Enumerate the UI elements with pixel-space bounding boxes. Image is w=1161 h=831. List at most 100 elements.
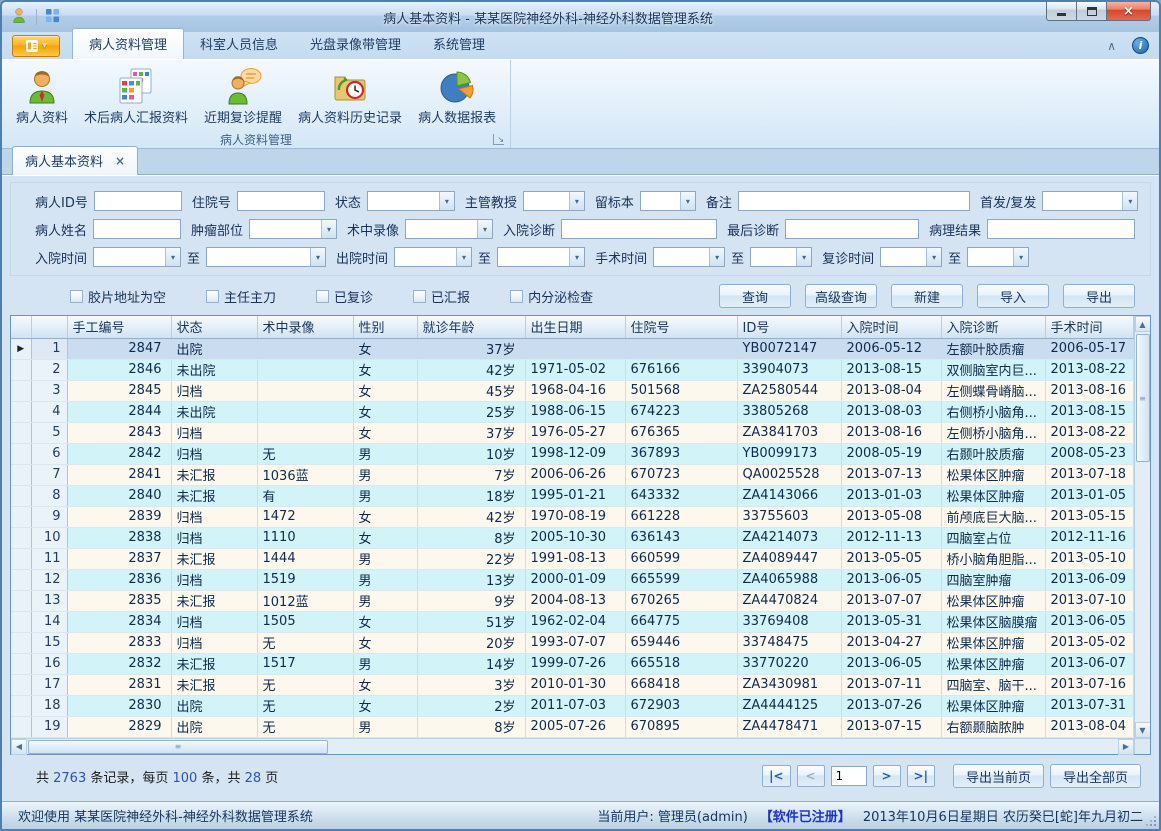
- chevron-down-icon[interactable]: ▾: [796, 248, 811, 266]
- table-row[interactable]: 152833归档无女20岁1993-07-0765944633748475201…: [11, 632, 1134, 653]
- filter-combo[interactable]: ▾: [249, 219, 337, 239]
- column-header[interactable]: 入院诊断: [941, 316, 1045, 338]
- app-icon[interactable]: [10, 6, 28, 28]
- table-row[interactable]: 72841未汇报1036蓝男7岁2006-06-26670723QA002552…: [11, 464, 1134, 485]
- scroll-left-icon[interactable]: ◀: [11, 739, 27, 755]
- filter-checkbox[interactable]: 内分泌检查: [510, 287, 593, 306]
- chevron-down-icon[interactable]: ▾: [165, 248, 180, 266]
- table-row[interactable]: 172831未汇报无女3岁2010-01-30668418ZA343098120…: [11, 674, 1134, 695]
- chevron-down-icon[interactable]: ▾: [569, 248, 584, 266]
- table-row[interactable]: 22846未出院女42岁1971-05-02676166339040732013…: [11, 359, 1134, 380]
- table-row[interactable]: 62842归档无男10岁1998-12-09367893YB0099173200…: [11, 443, 1134, 464]
- ribbon-tab[interactable]: 病人资料管理: [72, 28, 184, 59]
- table-row[interactable]: 92839归档1472女42岁1970-08-19661228337556032…: [11, 506, 1134, 527]
- chevron-down-icon[interactable]: ▾: [680, 192, 695, 210]
- filter-input[interactable]: [785, 219, 919, 239]
- registered-badge[interactable]: 【软件已注册】: [760, 806, 851, 825]
- chevron-down-icon[interactable]: ▾: [1122, 192, 1137, 210]
- scroll-down-icon[interactable]: ▼: [1135, 722, 1151, 738]
- export-current-page-button[interactable]: 导出当前页: [953, 764, 1044, 788]
- next-page-button[interactable]: >: [873, 765, 901, 787]
- table-row[interactable]: 52843归档女37岁1976-05-27676365ZA38417032013…: [11, 422, 1134, 443]
- checkbox-icon[interactable]: [206, 290, 219, 303]
- column-header[interactable]: 性别: [353, 316, 417, 338]
- filter-combo[interactable]: ▾: [523, 191, 585, 211]
- table-row[interactable]: ▶12847出院女37岁YB00721472006-05-12左额叶胶质瘤200…: [11, 338, 1134, 359]
- dialog-launcher-icon[interactable]: ↘: [493, 134, 504, 145]
- filter-checkbox[interactable]: 已复诊: [316, 287, 373, 306]
- scroll-up-icon[interactable]: ▲: [1135, 316, 1151, 332]
- resize-grip[interactable]: [1146, 816, 1156, 826]
- minimize-button[interactable]: [1046, 2, 1076, 21]
- table-row[interactable]: 162832未汇报1517男14岁1999-07-266655183377022…: [11, 653, 1134, 674]
- filter-combo[interactable]: ▾: [405, 219, 493, 239]
- filter-combo[interactable]: ▾: [880, 247, 942, 267]
- chevron-down-icon[interactable]: ▾: [569, 192, 584, 210]
- ribbon-tab[interactable]: 系统管理: [417, 29, 501, 59]
- table-row[interactable]: 112837未汇报1444男22岁1991-08-13660599ZA40894…: [11, 548, 1134, 569]
- filter-input[interactable]: [738, 191, 970, 211]
- first-page-button[interactable]: |<: [762, 765, 790, 787]
- column-header[interactable]: 出生日期: [525, 316, 625, 338]
- close-button[interactable]: ×: [1106, 2, 1151, 21]
- table-row[interactable]: 192829出院无男8岁2005-07-26670895ZA4478471201…: [11, 716, 1134, 737]
- document-tab-patient-basic-info[interactable]: 病人基本资料 ×: [12, 146, 138, 175]
- app-menu-button[interactable]: ▾: [12, 35, 60, 57]
- table-row[interactable]: 182830出院无女2岁2011-07-03672903ZA4444125201…: [11, 695, 1134, 716]
- column-header[interactable]: 住院号: [625, 316, 737, 338]
- last-page-button[interactable]: >|: [907, 765, 935, 787]
- new-button[interactable]: 新建: [891, 284, 963, 308]
- chevron-down-icon[interactable]: ▾: [926, 248, 941, 266]
- collapse-ribbon-button[interactable]: ∧: [1107, 40, 1116, 52]
- table-row[interactable]: 102838归档1110女8岁2005-10-30636143ZA4214073…: [11, 527, 1134, 548]
- chevron-down-icon[interactable]: ▾: [321, 220, 336, 238]
- column-header[interactable]: 手工编号: [67, 316, 171, 338]
- table-row[interactable]: 32845归档女45岁1968-04-16501568ZA25805442013…: [11, 380, 1134, 401]
- prev-page-button[interactable]: <: [797, 765, 825, 787]
- table-row[interactable]: 42844未出院女25岁1988-06-15674223338052682013…: [11, 401, 1134, 422]
- import-button[interactable]: 导入: [977, 284, 1049, 308]
- chevron-down-icon[interactable]: ▾: [477, 220, 492, 238]
- column-header[interactable]: 术中录像: [257, 316, 353, 338]
- advanced-search-button[interactable]: 高级查询: [805, 284, 877, 308]
- filter-input[interactable]: [93, 219, 181, 239]
- export-button[interactable]: 导出: [1063, 284, 1135, 308]
- ribbon-item[interactable]: 病人数据报表: [410, 64, 504, 127]
- ribbon-item[interactable]: 近期复诊提醒: [196, 64, 290, 127]
- filter-combo[interactable]: ▾: [206, 247, 326, 267]
- filter-combo[interactable]: ▾: [653, 247, 725, 267]
- filter-checkbox[interactable]: 主任主刀: [206, 287, 276, 306]
- maximize-button[interactable]: [1076, 2, 1106, 21]
- chevron-down-icon[interactable]: ▾: [709, 248, 724, 266]
- column-header[interactable]: 入院时间: [841, 316, 941, 338]
- filter-combo[interactable]: ▾: [497, 247, 585, 267]
- column-header[interactable]: 手术时间: [1045, 316, 1134, 338]
- table-row[interactable]: 142834归档1505女51岁1962-02-0466477533769408…: [11, 611, 1134, 632]
- filter-input[interactable]: [94, 191, 182, 211]
- filter-checkbox[interactable]: 胶片地址为空: [70, 287, 166, 306]
- filter-input[interactable]: [561, 219, 717, 239]
- column-header[interactable]: 就诊年龄: [417, 316, 525, 338]
- chevron-down-icon[interactable]: ▾: [1013, 248, 1028, 266]
- checkbox-icon[interactable]: [316, 290, 329, 303]
- checkbox-icon[interactable]: [413, 290, 426, 303]
- table-row[interactable]: 122836归档1519男13岁2000-01-09665599ZA406598…: [11, 569, 1134, 590]
- filter-checkbox[interactable]: 已汇报: [413, 287, 470, 306]
- filter-combo[interactable]: ▾: [750, 247, 812, 267]
- quick-access-icon[interactable]: [45, 8, 60, 27]
- page-number-input[interactable]: [831, 766, 867, 786]
- filter-input[interactable]: [237, 191, 325, 211]
- chevron-down-icon[interactable]: ▾: [439, 192, 454, 210]
- scroll-right-icon[interactable]: ▶: [1118, 739, 1134, 755]
- ribbon-item[interactable]: 病人资料: [8, 64, 76, 127]
- filter-combo[interactable]: ▾: [640, 191, 696, 211]
- table-row[interactable]: 132835未汇报1012蓝男9岁2004-08-13670265ZA44708…: [11, 590, 1134, 611]
- column-header[interactable]: ID号: [737, 316, 841, 338]
- export-all-pages-button[interactable]: 导出全部页: [1050, 764, 1141, 788]
- table-row[interactable]: 82840未汇报有男18岁1995-01-21643332ZA414306620…: [11, 485, 1134, 506]
- ribbon-tab[interactable]: 科室人员信息: [184, 29, 294, 59]
- filter-input[interactable]: [987, 219, 1135, 239]
- filter-combo[interactable]: ▾: [394, 247, 472, 267]
- chevron-down-icon[interactable]: ▾: [456, 248, 471, 266]
- filter-combo[interactable]: ▾: [367, 191, 455, 211]
